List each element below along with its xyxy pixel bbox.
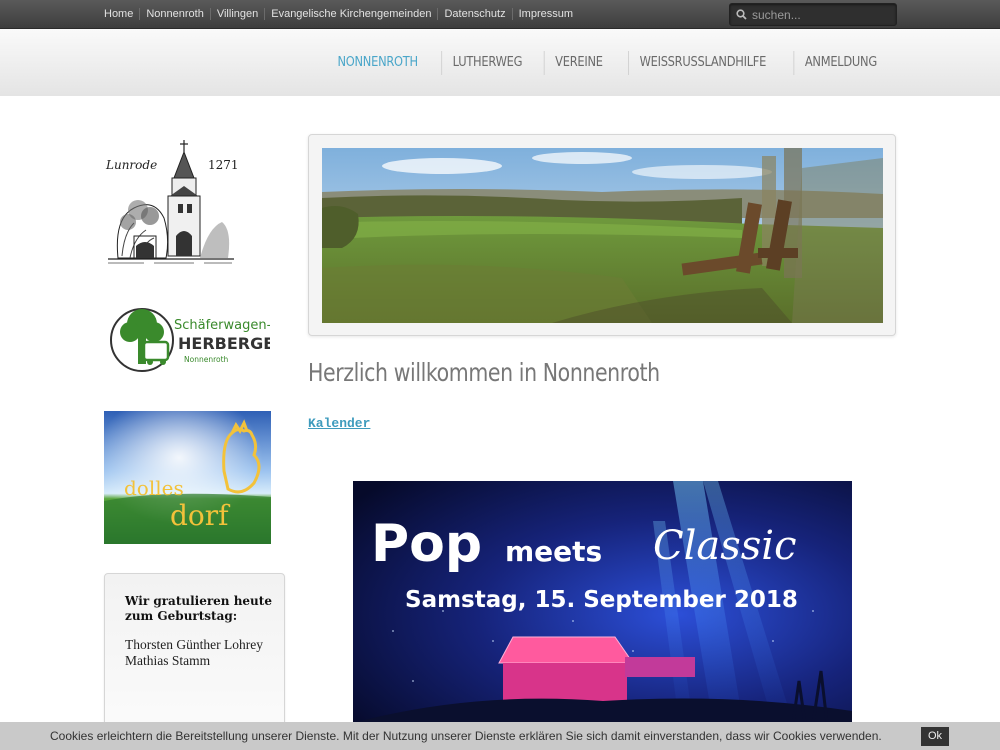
logo2-line3: Nonnenroth [184,355,229,364]
topnav-nonnenroth-link[interactable]: Nonnenroth [139,8,210,20]
top-bar: Home Nonnenroth Villingen Evangelische K… [0,0,1000,29]
poster-date: Samstag, 15. September 2018 [405,587,798,613]
poster-word-meets: meets [505,535,602,568]
birthday-title: Wir gratulieren heute zum Geburtstag: [125,594,272,623]
birthday-name: Mathias Stamm [125,653,211,668]
logo1-text-left: Lunrode [105,158,157,172]
logo2-line1: Schäferwagen- [174,318,270,333]
nav-anmeldung[interactable]: ANMELDUNG [793,50,887,75]
cookie-ok-button[interactable]: Ok [921,727,949,746]
nonnenroth-church-logo[interactable]: Lunrode 1271 [104,138,238,268]
logo3-line1: dolles [124,476,184,500]
hero-landscape-image [322,148,883,323]
pop-meets-classic-poster[interactable]: Pop meets Classic Samstag, 15. September… [353,481,852,723]
calendar-link[interactable]: Kalender [308,416,370,431]
search-icon [736,9,747,20]
poster-word-classic: Classic [653,523,797,569]
nav-weissrusslandhilfe[interactable]: WEISSRUSSLANDHILFE [628,50,777,75]
birthday-names: Thorsten Günther Lohrey Mathias Stamm [125,637,263,669]
logo1-text-right: 1271 [208,158,238,172]
search-input[interactable] [750,6,894,24]
birthday-box: Wir gratulieren heute zum Geburtstag: Th… [104,573,285,735]
logo3-line2: dorf [170,499,231,532]
schaeferwagen-herberge-logo[interactable]: Schäferwagen- HERBERGE Nonnenroth [108,298,270,380]
cookie-message: Cookies erleichtern die Bereitstellung u… [50,729,882,743]
topnav-villingen-link[interactable]: Villingen [209,8,264,20]
hero-frame [308,134,896,336]
poster-word-pop: Pop [371,514,482,574]
topnav-home-link[interactable]: Home [104,8,139,20]
logo2-line2: HERBERGE [178,334,270,353]
top-navigation: Home Nonnenroth Villingen Evangelische K… [104,0,579,28]
topnav-kirchengemeinden-link[interactable]: Evangelische Kirchengemeinden [264,8,437,20]
search-box [729,3,897,26]
cookie-bar: Cookies erleichtern die Bereitstellung u… [0,722,1000,750]
nav-lutherweg[interactable]: LUTHERWEG [441,50,534,75]
topnav-impressum-link[interactable]: Impressum [511,8,579,20]
birthday-name: Thorsten Günther Lohrey [125,637,263,652]
dolles-dorf-logo[interactable]: dolles dorf [104,411,271,544]
welcome-heading: Herzlich willkommen in Nonnenroth [308,358,660,387]
nav-vereine[interactable]: VEREINE [544,50,614,75]
main-navigation: NONNENROTH LUTHERWEG VEREINE WEISSRUSSLA… [320,29,894,96]
topnav-datenschutz-link[interactable]: Datenschutz [437,8,511,20]
nav-nonnenroth[interactable]: NONNENROTH [327,51,428,75]
